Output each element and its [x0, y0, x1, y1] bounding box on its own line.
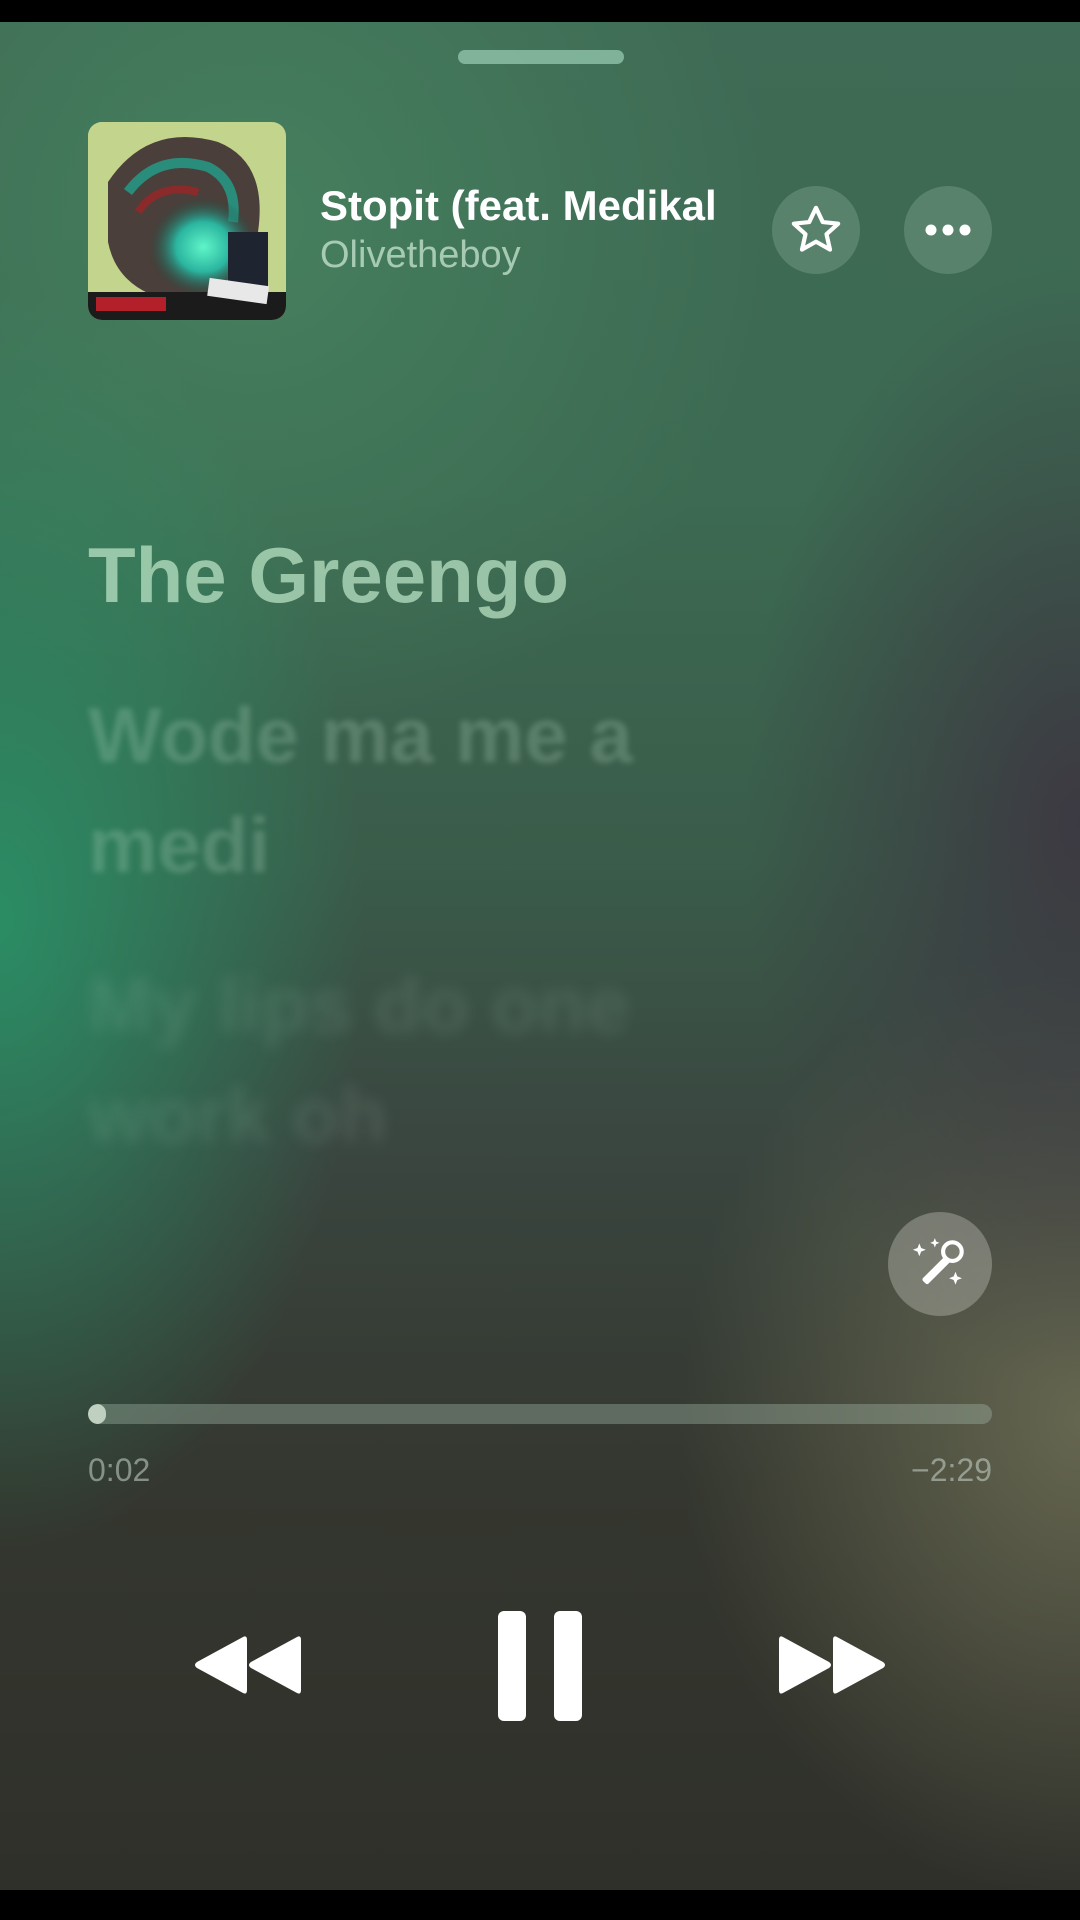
album-artwork-image	[88, 122, 286, 320]
status-bar-area	[0, 0, 1080, 22]
elapsed-time: 0:02	[88, 1452, 151, 1488]
sing-lyrics-button[interactable]	[888, 1212, 992, 1316]
pause-icon	[498, 1611, 582, 1721]
favorite-button[interactable]	[772, 186, 860, 274]
now-playing-screen: Stopit (feat. Medikal Olivetheboy The Gr…	[0, 0, 1080, 1920]
next-button[interactable]	[774, 1610, 894, 1720]
sheet-grabber[interactable]	[458, 50, 624, 64]
song-info[interactable]: Stopit (feat. Medikal Olivetheboy	[320, 180, 760, 278]
bottom-edge	[0, 1890, 1080, 1920]
lyric-line[interactable]: Wode ma me a medi	[88, 680, 648, 900]
more-options-button[interactable]	[904, 186, 992, 274]
fast-forward-icon	[779, 1636, 885, 1694]
lyric-line-current[interactable]: The Greengo	[88, 520, 848, 630]
lyric-line[interactable]: My lips do one work oh	[88, 950, 708, 1170]
progress-slider[interactable]	[88, 1404, 992, 1424]
rewind-icon	[195, 1636, 301, 1694]
remaining-time: −2:29	[911, 1452, 992, 1488]
play-pause-button[interactable]	[480, 1606, 600, 1726]
star-icon	[791, 205, 841, 252]
microphone-sparkle-icon	[912, 1238, 964, 1285]
album-artwork[interactable]	[88, 122, 286, 320]
lyrics-view[interactable]: The Greengo Wode ma me a medi My lips do…	[88, 520, 848, 1220]
progress-fill	[88, 1404, 106, 1424]
previous-button[interactable]	[186, 1610, 306, 1720]
song-artist[interactable]: Olivetheboy	[320, 232, 760, 278]
ellipsis-icon	[925, 224, 971, 236]
song-title: Stopit (feat. Medikal	[320, 182, 717, 229]
